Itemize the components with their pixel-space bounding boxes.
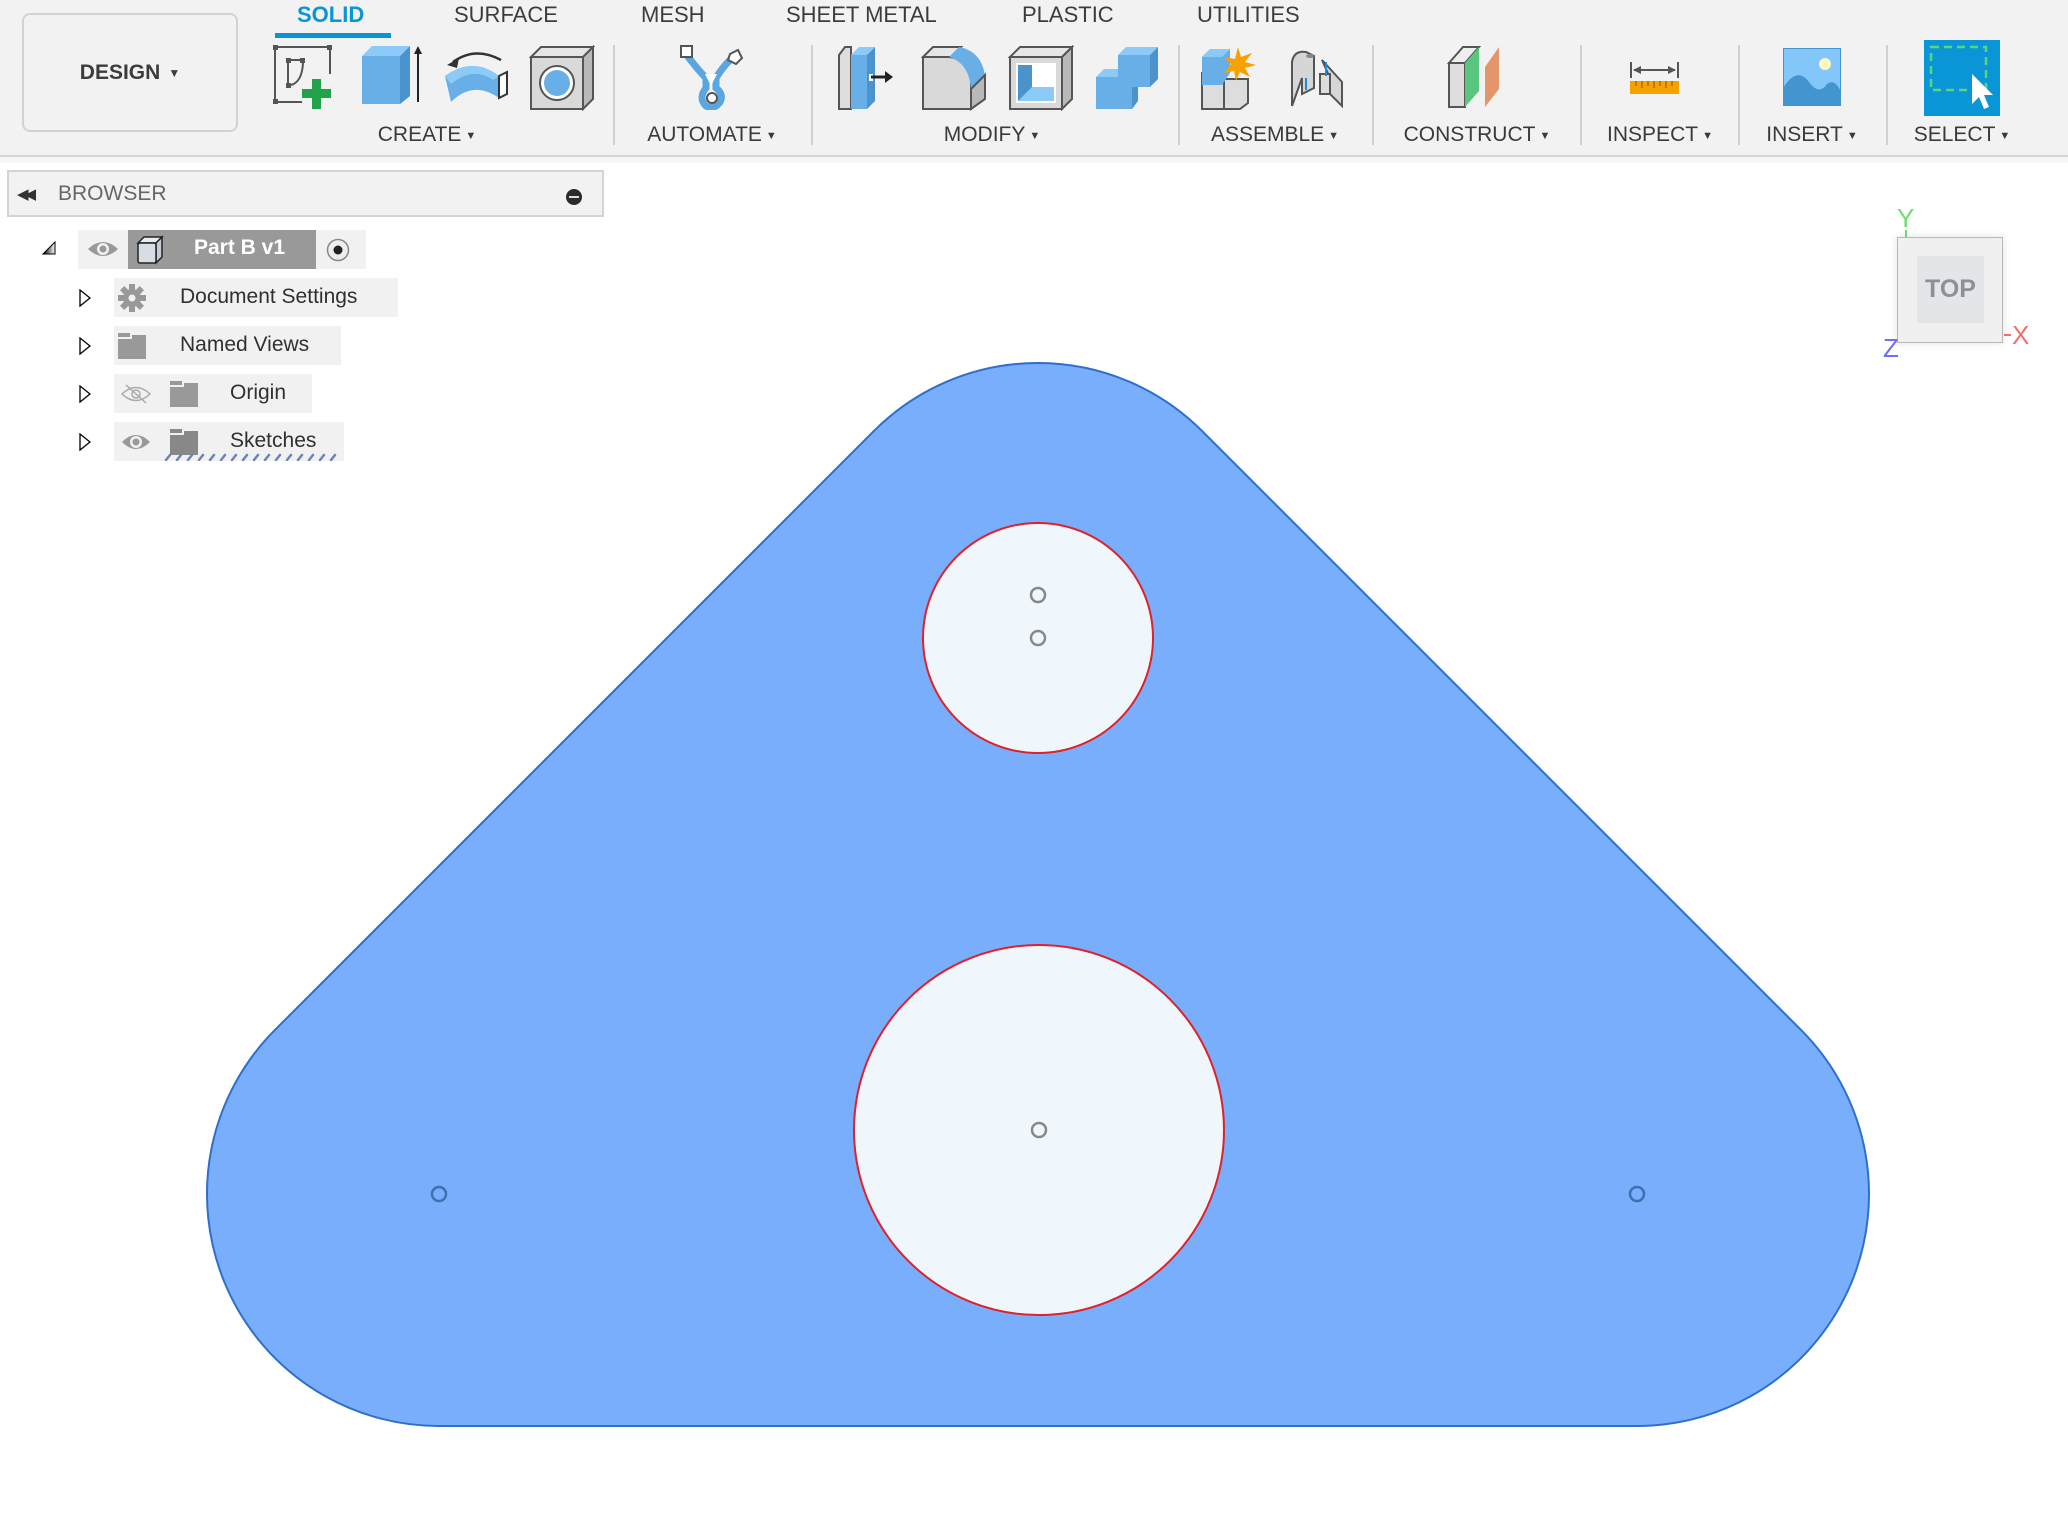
gear-icon (118, 284, 146, 317)
x-axis-line (2004, 334, 2011, 336)
z-axis-label: Z (1883, 333, 1899, 363)
component-name: Part B v1 (194, 236, 286, 259)
browser-panel-header: ◀◀ BROWSER (7, 170, 604, 217)
collapse-browser-icon[interactable]: ◀◀ (17, 185, 36, 203)
component-icon (136, 235, 164, 270)
browser-item-label: Origin (230, 381, 287, 404)
collapse-root-icon[interactable] (41, 240, 56, 260)
folder-icon (118, 333, 146, 364)
browser-item-origin[interactable]: Origin (114, 374, 312, 413)
browser-title: BROWSER (58, 182, 167, 205)
view-cube-top-face[interactable]: TOP (1917, 256, 1984, 323)
browser-item-document-settings[interactable]: Document Settings (114, 278, 398, 317)
browser-item-label: Sketches (230, 429, 317, 452)
visibility-hidden-eye-icon[interactable] (120, 383, 152, 410)
small-hole[interactable] (922, 522, 1154, 754)
browser-item-label: Document Settings (180, 285, 358, 308)
browser-item-named-views[interactable]: Named Views (114, 326, 341, 365)
folder-icon (170, 381, 198, 412)
component-label-box[interactable]: Part B v1 (128, 230, 316, 269)
expand-icon[interactable] (79, 432, 92, 456)
browser-item-label: Named Views (180, 333, 310, 356)
expand-icon[interactable] (79, 384, 92, 408)
x-axis-label: X (2012, 320, 2030, 350)
view-cube[interactable]: TOP (1897, 237, 2003, 343)
visibility-eye-icon[interactable] (120, 431, 152, 458)
sketch-warning-underline (164, 453, 337, 461)
expand-icon[interactable] (79, 336, 92, 360)
expand-icon[interactable] (79, 288, 92, 312)
large-hole[interactable] (853, 944, 1225, 1316)
pin-browser-icon[interactable] (566, 189, 582, 205)
activate-radio-icon[interactable] (326, 238, 350, 267)
browser-root-row[interactable]: Part B v1 (78, 230, 366, 269)
visibility-eye-icon[interactable] (86, 238, 120, 265)
